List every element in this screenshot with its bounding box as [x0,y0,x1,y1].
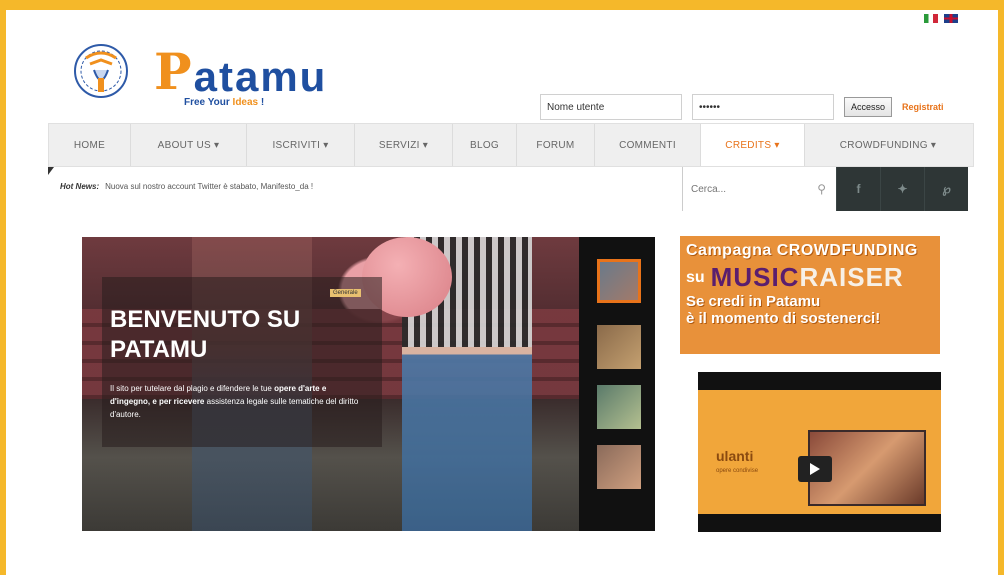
slide-description: Il sito per tutelare dal plagio e difend… [110,382,360,421]
banner-line-2: su MUSICRAISER [686,262,934,293]
video-logo: ulanti [716,448,754,464]
nav-corner-decoration [48,167,54,175]
logo-emblem-icon[interactable] [72,40,130,102]
facebook-icon[interactable]: f [836,167,880,211]
slider-thumbnails [579,237,655,531]
slider-thumbnail[interactable] [597,259,641,303]
language-switcher [924,14,958,23]
musicraiser-logo-raiser: RAISER [799,262,904,292]
logo-initial: P [154,42,194,101]
crowdfunding-banner[interactable]: Campagna CROWDFUNDING su MUSICRAISER Se … [680,236,940,354]
banner-line-4: è il momento di sostenerci! [686,310,881,327]
musicraiser-logo-music: MUSIC [710,262,800,292]
nav-item-crowdfunding[interactable]: CROWDFUNDING ▾ [805,124,971,166]
main-nav: HOME ABOUT US ▾ ISCRIVITI ▾ SERVIZI ▾ BL… [48,123,974,167]
nav-item-forum[interactable]: FORUM [517,124,595,166]
video-player[interactable]: ulanti opere condivise [698,372,941,532]
search-box: ⚲ [682,167,834,211]
italian-flag-icon[interactable] [924,14,938,23]
login-form: Accesso Registrati [540,94,944,120]
social-links: f ✦ ℘ [836,167,968,211]
tagline-pre: Free Your [184,97,230,108]
hot-news-ticker: Hot News: Nuova sul nostro account Twitt… [60,182,313,191]
nav-item-blog[interactable]: BLOG [453,124,517,166]
tagline-post: ! [260,97,265,108]
username-field[interactable] [540,94,682,120]
musicraiser-logo: MUSICRAISER [711,262,904,293]
login-button[interactable]: Accesso [844,97,893,117]
video-thumbnail: ulanti opere condivise [698,390,941,514]
english-flag-icon[interactable] [944,14,958,23]
banner-line-1: Campagna CROWDFUNDING [686,242,918,259]
nav-item-credits[interactable]: CREDITS ▾ [701,124,805,166]
page: P atamu Free Your Ideas ! Accesso Regist… [6,10,998,575]
slide-title: BENVENUTO SU PATAMU [110,306,301,363]
banner-line-2-pre: su [686,268,705,286]
logo-wordmark[interactable]: P atamu Free Your Ideas ! [154,42,327,108]
rss-icon[interactable]: ℘ [924,167,968,211]
hot-news-text[interactable]: Nuova sul nostro account Twitter è staba… [105,182,313,191]
logo-name: atamu [193,53,328,100]
search-icon[interactable]: ⚲ [817,182,826,196]
slide-text-pre: Il sito per tutelare dal plagio e difend… [110,384,272,393]
register-link[interactable]: Registrati [902,102,944,112]
banner-line-3: Se credi in Patamu [686,293,821,310]
slider-thumbnail[interactable] [597,445,641,489]
slider-thumbnail[interactable] [597,325,641,369]
nav-item-about-us[interactable]: ABOUT US ▾ [131,124,247,166]
hero-slider[interactable]: Generale BENVENUTO SU PATAMU Il sito per… [82,237,655,531]
play-icon[interactable] [798,456,832,482]
video-subtitle: opere condivise [716,468,759,474]
nav-item-servizi[interactable]: SERVIZI ▾ [355,124,453,166]
slider-thumbnail[interactable] [597,385,641,429]
nav-item-home[interactable]: HOME [49,124,131,166]
twitter-icon[interactable]: ✦ [880,167,924,211]
hot-news-label: Hot News: [60,182,100,191]
password-field[interactable] [692,94,834,120]
nav-item-iscriviti[interactable]: ISCRIVITI ▾ [247,124,355,166]
nav-item-commenti[interactable]: COMMENTI [595,124,701,166]
search-input[interactable] [691,183,801,195]
slide-category-tag[interactable]: Generale [330,289,361,297]
tagline-accent: Ideas [232,97,259,108]
